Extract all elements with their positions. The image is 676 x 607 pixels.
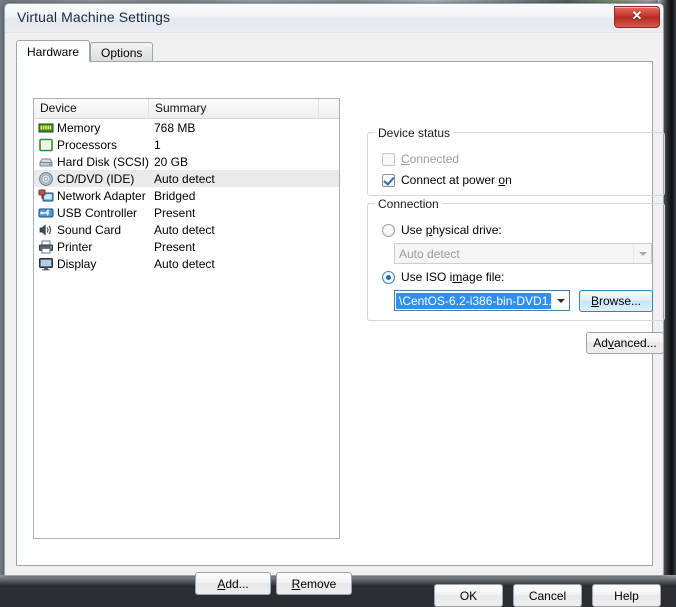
add-device-button[interactable]: Add... bbox=[195, 572, 271, 595]
device-list-header: Device Summary bbox=[34, 99, 339, 119]
device-summary-label: 1 bbox=[154, 138, 161, 152]
device-row-sound-card[interactable]: Sound Card Auto detect bbox=[34, 221, 339, 238]
cancel-button[interactable]: Cancel bbox=[513, 584, 582, 607]
device-row-memory[interactable]: Memory 768 MB bbox=[34, 119, 339, 136]
device-row-network-adapter[interactable]: Network Adapter Bridged bbox=[34, 187, 339, 204]
column-header-summary[interactable]: Summary bbox=[149, 99, 319, 118]
tab-options-label: Options bbox=[101, 46, 142, 60]
device-summary-label: Bridged bbox=[154, 189, 195, 203]
help-button[interactable]: Help bbox=[592, 584, 661, 607]
device-name-label: Hard Disk (SCSI) bbox=[57, 155, 149, 169]
device-summary-label: Auto detect bbox=[154, 172, 215, 186]
use-physical-drive-radio[interactable] bbox=[382, 224, 395, 237]
device-name-label: Display bbox=[57, 257, 96, 271]
tab-strip: Hardware Options bbox=[16, 40, 153, 61]
device-name-label: Processors bbox=[57, 138, 117, 152]
use-physical-drive-label: Use physical drive: bbox=[401, 223, 502, 237]
iso-path-chevron-down-icon[interactable] bbox=[551, 291, 569, 310]
connection-legend: Connection bbox=[375, 197, 442, 211]
device-status-group: Device status Connected Connect at power… bbox=[367, 132, 665, 196]
remove-device-button[interactable]: Remove bbox=[276, 572, 352, 595]
physical-drive-combobox[interactable]: Auto detect bbox=[394, 243, 652, 264]
physical-drive-chevron-down-icon[interactable] bbox=[633, 244, 651, 263]
device-name-label: Printer bbox=[57, 240, 92, 254]
close-button[interactable]: ✕ bbox=[614, 6, 660, 28]
use-iso-image-label: Use ISO image file: bbox=[401, 270, 504, 284]
device-list-body: Memory 768 MB Processors 1 Hard Disk (SCSI) 2… bbox=[34, 119, 339, 272]
device-row-cd-dvd-ide[interactable]: CD/DVD (IDE) Auto detect bbox=[34, 170, 339, 187]
device-row-display[interactable]: Display Auto detect bbox=[34, 255, 339, 272]
virtual-machine-settings-dialog: Virtual Machine Settings ✕ Hardware Opti… bbox=[4, 3, 664, 576]
advanced-button[interactable]: Advanced... bbox=[586, 332, 664, 354]
column-header-device[interactable]: Device bbox=[34, 99, 149, 118]
tab-options[interactable]: Options bbox=[90, 42, 153, 62]
device-summary-label: Auto detect bbox=[154, 257, 215, 271]
device-row-processors[interactable]: Processors 1 bbox=[34, 136, 339, 153]
device-name-label: Sound Card bbox=[57, 223, 121, 237]
connect-at-power-on-checkbox[interactable] bbox=[382, 174, 395, 187]
dialog-body: Hardware Options Device Summary Memory 76… bbox=[5, 32, 663, 575]
network-adapter-icon bbox=[38, 188, 54, 204]
connected-checkbox[interactable] bbox=[382, 153, 395, 166]
memory-icon bbox=[38, 120, 54, 136]
ok-button[interactable]: OK bbox=[434, 584, 503, 607]
usb-controller-icon bbox=[38, 205, 54, 221]
sound-card-icon bbox=[38, 222, 54, 238]
use-physical-drive-row[interactable]: Use physical drive: bbox=[382, 223, 502, 237]
device-name-label: CD/DVD (IDE) bbox=[57, 172, 134, 186]
cd-dvd-icon bbox=[38, 171, 54, 187]
use-iso-image-radio[interactable] bbox=[382, 271, 395, 284]
tab-hardware-label: Hardware bbox=[27, 45, 79, 59]
hardware-tab-page: Device Summary Memory768 MBProcessors1Ha… bbox=[16, 61, 653, 566]
connected-label: Connected bbox=[401, 152, 459, 166]
device-name-label: Network Adapter bbox=[57, 189, 146, 203]
device-summary-label: 768 MB bbox=[154, 121, 195, 135]
device-summary-label: 20 GB bbox=[154, 155, 188, 169]
device-list[interactable]: Device Summary Memory768 MBProcessors1Ha… bbox=[33, 98, 340, 539]
title-bar: Virtual Machine Settings ✕ bbox=[5, 4, 663, 33]
use-iso-image-row[interactable]: Use ISO image file: bbox=[382, 270, 504, 284]
device-name-label: Memory bbox=[57, 121, 100, 135]
hard-disk-icon bbox=[38, 154, 54, 170]
connect-at-power-on-row[interactable]: Connect at power on bbox=[382, 173, 512, 187]
device-status-legend: Device status bbox=[375, 126, 453, 140]
connect-at-power-on-label: Connect at power on bbox=[401, 173, 512, 187]
iso-path-combobox[interactable]: \CentOS-6.2-i386-bin-DVD1.iso bbox=[394, 290, 570, 311]
close-icon: ✕ bbox=[615, 7, 659, 27]
tab-hardware[interactable]: Hardware bbox=[16, 40, 90, 62]
display-icon bbox=[38, 256, 54, 272]
processor-icon bbox=[38, 137, 54, 153]
device-summary-label: Auto detect bbox=[154, 223, 215, 237]
device-summary-label: Present bbox=[154, 206, 195, 220]
device-name-label: USB Controller bbox=[57, 206, 137, 220]
browse-button[interactable]: Browse... bbox=[579, 290, 653, 312]
connected-checkbox-row[interactable]: Connected bbox=[382, 152, 459, 166]
device-row-usb-controller[interactable]: USB Controller Present bbox=[34, 204, 339, 221]
iso-path-value[interactable]: \CentOS-6.2-i386-bin-DVD1.iso bbox=[396, 293, 551, 309]
window-title: Virtual Machine Settings bbox=[17, 9, 170, 25]
device-row-hard-disk-scsi[interactable]: Hard Disk (SCSI) 20 GB bbox=[34, 153, 339, 170]
printer-icon bbox=[38, 239, 54, 255]
physical-drive-value: Auto detect bbox=[395, 247, 633, 261]
column-header-extra[interactable] bbox=[319, 99, 339, 118]
device-row-printer[interactable]: Printer Present bbox=[34, 238, 339, 255]
device-summary-label: Present bbox=[154, 240, 195, 254]
